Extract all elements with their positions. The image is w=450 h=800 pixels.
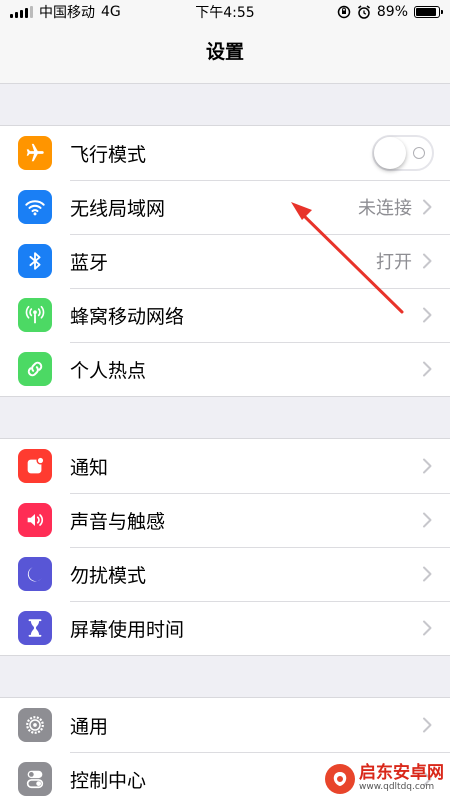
chevron-right-icon bbox=[423, 620, 432, 636]
chevron-right-icon bbox=[423, 566, 432, 582]
chevron-right-icon bbox=[423, 199, 432, 215]
settings-row-cellular-antenna[interactable]: 蜂窝移动网络 bbox=[0, 288, 450, 342]
network-type: 4G bbox=[101, 4, 121, 20]
settings-row-label: 屏幕使用时间 bbox=[70, 618, 185, 641]
moon-icon bbox=[18, 557, 52, 591]
watermark: 启东安卓网 www.qdltdq.com bbox=[325, 764, 444, 794]
watermark-logo-icon bbox=[325, 764, 355, 794]
settings-row-gear[interactable]: 通用 bbox=[0, 698, 450, 752]
settings-row-speaker[interactable]: 声音与触感 bbox=[0, 493, 450, 547]
toggle-off-mark-icon bbox=[413, 147, 425, 159]
speaker-icon bbox=[18, 503, 52, 537]
notification-icon bbox=[18, 449, 52, 483]
hotspot-chain-icon bbox=[18, 352, 52, 386]
airplane-icon bbox=[18, 136, 52, 170]
settings-row-label: 飞行模式 bbox=[70, 143, 147, 166]
battery-level-fill bbox=[416, 8, 436, 16]
chevron-right-icon bbox=[423, 458, 432, 474]
cellular-antenna-icon bbox=[18, 298, 52, 332]
chevron-right-icon bbox=[423, 361, 432, 377]
wifi-icon bbox=[18, 190, 52, 224]
status-right: 89% bbox=[337, 4, 443, 20]
hourglass-icon bbox=[18, 611, 52, 645]
settings-row-label: 蓝牙 bbox=[70, 251, 109, 274]
settings-group: 飞行模式无线局域网 未连接蓝牙 打开蜂窝移动网络 个人热点 bbox=[0, 126, 450, 397]
chevron-right-icon bbox=[423, 307, 432, 323]
gear-icon bbox=[18, 708, 52, 742]
page-title: 设置 bbox=[205, 40, 244, 63]
settings-list: 飞行模式无线局域网 未连接蓝牙 打开蜂窝移动网络 个人热点通知声音与触感勿扰模式屏幕使… bbox=[0, 84, 450, 800]
settings-row-notification[interactable]: 通知 bbox=[0, 439, 450, 493]
status-left: 中国移动 4G bbox=[10, 2, 121, 22]
chevron-right-icon bbox=[423, 717, 432, 733]
section-gap bbox=[0, 656, 450, 698]
settings-row-label: 通用 bbox=[70, 715, 109, 738]
settings-row-moon[interactable]: 勿扰模式 bbox=[0, 547, 450, 601]
signal-strength-icon bbox=[10, 6, 33, 18]
nav-divider bbox=[0, 76, 450, 84]
toggle-knob bbox=[374, 137, 406, 169]
settings-row-label: 勿扰模式 bbox=[70, 564, 147, 587]
alarm-icon bbox=[357, 5, 370, 19]
status-bar: 中国移动 4G 下午4:55 89% bbox=[0, 0, 450, 24]
chevron-right-icon bbox=[423, 253, 432, 269]
bluetooth-icon bbox=[18, 244, 52, 278]
settings-row-value: 未连接 bbox=[358, 198, 412, 219]
settings-row-label: 无线局域网 bbox=[70, 197, 166, 220]
settings-row-hourglass[interactable]: 屏幕使用时间 bbox=[0, 601, 450, 655]
settings-row-label: 通知 bbox=[70, 456, 109, 479]
section-gap bbox=[0, 397, 450, 439]
nav-bar: 设置 bbox=[0, 24, 450, 76]
settings-row-label: 个人热点 bbox=[70, 359, 147, 382]
carrier-label: 中国移动 bbox=[39, 5, 95, 21]
watermark-url: www.qdltdq.com bbox=[359, 782, 435, 793]
settings-row-label: 声音与触感 bbox=[70, 510, 166, 533]
settings-group: 通知声音与触感勿扰模式屏幕使用时间 bbox=[0, 439, 450, 656]
chevron-right-icon bbox=[423, 512, 432, 528]
switches-icon bbox=[18, 762, 52, 796]
settings-row-bluetooth[interactable]: 蓝牙 打开 bbox=[0, 234, 450, 288]
battery-icon bbox=[414, 6, 443, 18]
watermark-title: 启东安卓网 bbox=[359, 763, 444, 784]
settings-row-wifi[interactable]: 无线局域网 未连接 bbox=[0, 180, 450, 234]
settings-row-airplane[interactable]: 飞行模式 bbox=[0, 126, 450, 180]
battery-percent: 89% bbox=[376, 4, 408, 20]
settings-row-hotspot-chain[interactable]: 个人热点 bbox=[0, 342, 450, 396]
settings-row-label: 蜂窝移动网络 bbox=[70, 305, 185, 328]
status-time: 下午4:55 bbox=[195, 5, 255, 21]
orientation-lock-icon bbox=[337, 5, 351, 19]
airplane-mode-toggle[interactable] bbox=[372, 135, 434, 171]
section-gap bbox=[0, 84, 450, 126]
settings-row-value: 打开 bbox=[376, 252, 412, 273]
